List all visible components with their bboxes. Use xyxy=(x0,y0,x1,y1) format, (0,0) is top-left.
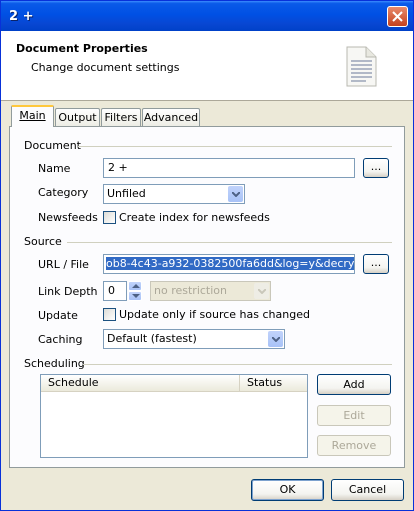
close-icon xyxy=(392,11,403,22)
cancel-button[interactable]: Cancel xyxy=(331,479,404,501)
tab-advanced[interactable]: Advanced xyxy=(142,108,200,126)
chevron-down-icon xyxy=(272,337,280,342)
category-label: Category xyxy=(38,186,89,199)
header-title: Document Properties xyxy=(16,42,148,55)
close-button[interactable] xyxy=(387,6,408,27)
window-title: 2 + xyxy=(9,9,34,24)
url-field[interactable]: ob8-4c43-a932-0382500fa6dd&log=y&decrypt… xyxy=(103,254,355,274)
chevron-down-icon xyxy=(258,289,266,294)
update-checkbox-label[interactable]: Update only if source has changed xyxy=(119,308,310,321)
category-dropdown-button[interactable] xyxy=(228,186,243,202)
tab-filters-label: Filters xyxy=(104,111,138,124)
chevron-down-icon xyxy=(132,294,140,298)
category-select[interactable]: Unfiled xyxy=(103,184,245,204)
link-depth-spinner[interactable] xyxy=(128,281,142,301)
name-browse-button[interactable]: ... xyxy=(363,158,389,178)
document-icon xyxy=(346,46,377,87)
scheduling-section-label: Scheduling xyxy=(24,357,85,370)
dialog-window: 2 + Document Properties Change document … xyxy=(0,0,414,511)
link-depth-label: Link Depth xyxy=(38,285,98,298)
caching-label: Caching xyxy=(38,333,83,346)
source-section-label: Source xyxy=(24,235,62,248)
schedule-column-header[interactable]: Schedule xyxy=(41,375,240,392)
add-schedule-button[interactable]: Add xyxy=(317,374,391,395)
main-tab-panel: Document Name 2 + ... Category Unfiled N… xyxy=(9,126,405,468)
header-subtitle: Change document settings xyxy=(31,61,180,74)
url-label: URL / File xyxy=(38,258,89,271)
chevron-down-icon xyxy=(232,192,240,197)
scheduling-divider xyxy=(83,364,392,365)
schedule-list[interactable]: Schedule Status xyxy=(40,374,308,458)
update-label: Update xyxy=(38,309,78,322)
tab-output[interactable]: Output xyxy=(55,108,100,126)
tab-advanced-label: Advanced xyxy=(143,111,199,124)
tab-main[interactable]: Main xyxy=(11,105,54,127)
name-field[interactable]: 2 + xyxy=(103,158,355,178)
link-depth-field[interactable]: 0 xyxy=(103,281,127,301)
tab-filters[interactable]: Filters xyxy=(101,108,141,126)
spin-up-button[interactable] xyxy=(128,281,142,291)
source-divider xyxy=(67,242,392,243)
document-divider xyxy=(78,146,392,147)
restriction-value: no restriction xyxy=(154,284,227,297)
document-section-label: Document xyxy=(24,139,81,152)
newsfeeds-label: Newsfeeds xyxy=(38,211,98,224)
name-label: Name xyxy=(38,162,71,175)
category-value: Unfiled xyxy=(107,187,146,200)
title-bar[interactable]: 2 + xyxy=(1,1,413,31)
status-column-header[interactable]: Status xyxy=(240,375,307,392)
dialog-header: Document Properties Change document sett… xyxy=(1,31,413,101)
url-browse-button[interactable]: ... xyxy=(363,254,389,274)
restriction-dropdown-button[interactable] xyxy=(254,283,269,299)
chevron-up-icon xyxy=(132,284,140,288)
status-column-label: Status xyxy=(247,376,283,389)
caching-select[interactable]: Default (fastest) xyxy=(103,329,285,349)
url-value: ob8-4c43-a932-0382500fa6dd&log=y&decrypt… xyxy=(106,257,354,270)
restriction-select[interactable]: no restriction xyxy=(150,281,271,301)
update-checkbox[interactable] xyxy=(103,308,116,321)
tab-main-label: Main xyxy=(19,109,46,122)
spin-down-button[interactable] xyxy=(128,291,142,301)
newsfeeds-checkbox[interactable] xyxy=(103,211,116,224)
remove-schedule-button[interactable]: Remove xyxy=(317,435,391,456)
ok-button[interactable]: OK xyxy=(251,479,324,501)
schedule-column-label: Schedule xyxy=(48,376,99,389)
caching-value: Default (fastest) xyxy=(107,332,197,345)
tab-output-label: Output xyxy=(58,111,97,124)
edit-schedule-button[interactable]: Edit xyxy=(317,405,391,426)
caching-dropdown-button[interactable] xyxy=(268,331,283,347)
newsfeeds-checkbox-label[interactable]: Create index for newsfeeds xyxy=(119,211,270,224)
